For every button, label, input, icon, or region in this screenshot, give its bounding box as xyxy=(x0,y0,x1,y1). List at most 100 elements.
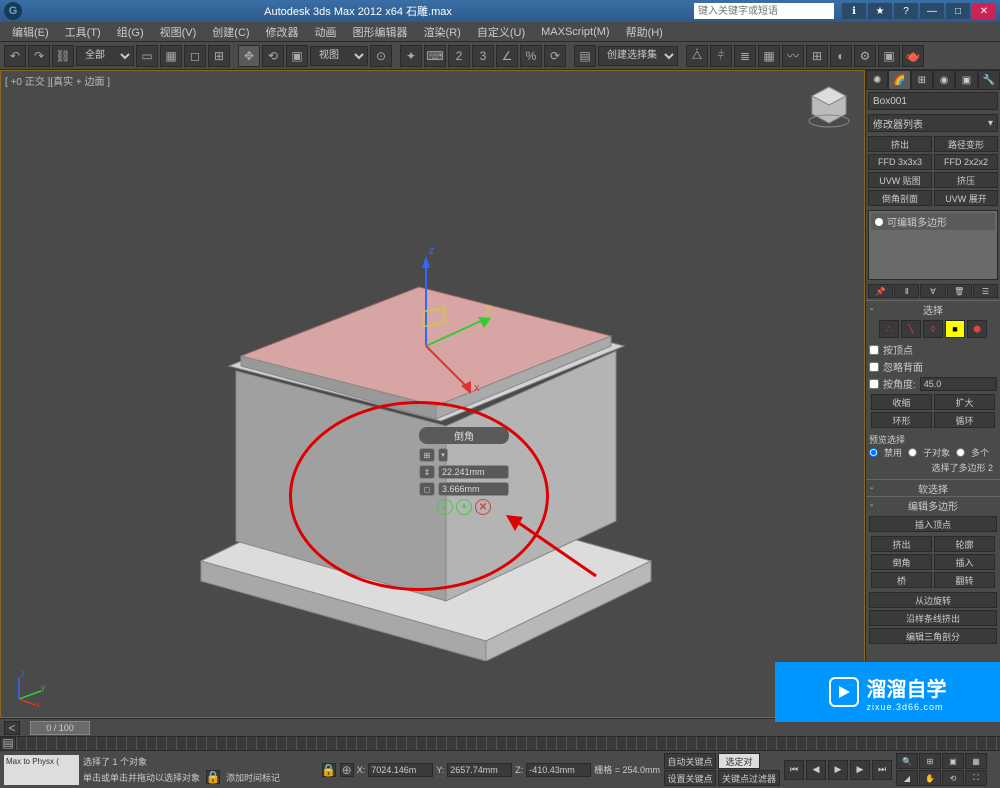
angle-spinner[interactable]: 45.0 xyxy=(920,377,997,391)
select-object-button[interactable]: ▭ xyxy=(136,45,158,67)
subobj-element[interactable]: ⬢ xyxy=(967,320,987,338)
mirror-button[interactable]: ⧊ xyxy=(686,45,708,67)
preview-subobj-radio[interactable] xyxy=(908,448,917,457)
display-tab[interactable]: ▣ xyxy=(955,70,977,90)
zoom-extents-all-button[interactable]: ▦ xyxy=(965,753,987,769)
trackbar-toggle[interactable]: ▤ xyxy=(0,737,16,749)
by-vertex-checkbox[interactable] xyxy=(869,345,879,355)
menu-help[interactable]: 帮助(H) xyxy=(618,24,671,40)
favorite-button[interactable]: ★ xyxy=(868,3,892,19)
align-button[interactable]: ⫩ xyxy=(710,45,732,67)
schematic-button[interactable]: ⊞ xyxy=(806,45,828,67)
scene-object[interactable]: z y x xyxy=(181,191,661,661)
ribbon-button[interactable]: ▦ xyxy=(758,45,780,67)
autokey-button[interactable]: 自动关键点 xyxy=(664,753,716,769)
help-button[interactable]: ? xyxy=(894,3,918,19)
preset-ffd2[interactable]: FFD 2x2x2 xyxy=(934,154,998,170)
menu-create[interactable]: 创建(C) xyxy=(204,24,257,40)
keyfilter-button[interactable]: 关键点过滤器 xyxy=(718,770,780,786)
track-bar[interactable]: ▤ xyxy=(0,736,1000,750)
material-editor-button[interactable]: ◐ xyxy=(830,45,852,67)
loop-button[interactable]: 循环 xyxy=(934,412,995,428)
timeslider-prev[interactable]: < xyxy=(4,721,20,735)
pan-button[interactable]: ✋ xyxy=(919,770,941,786)
menu-views[interactable]: 视图(V) xyxy=(152,24,205,40)
close-button[interactable]: ✕ xyxy=(972,3,996,19)
bevel-outline-input[interactable]: 3.666mm xyxy=(438,482,509,496)
redo-button[interactable]: ↷ xyxy=(28,45,50,67)
maximize-viewport-button[interactable]: ⛶ xyxy=(965,770,987,786)
coord-z-input[interactable]: -410.43mm xyxy=(526,763,591,777)
bridge-button[interactable]: 桥 xyxy=(871,572,932,588)
by-angle-checkbox[interactable] xyxy=(869,379,879,389)
subobj-edge[interactable]: ╲ xyxy=(901,320,921,338)
caddy-apply-button[interactable]: + xyxy=(456,499,472,515)
stack-bulb-icon[interactable] xyxy=(875,218,883,226)
preset-pathdeform[interactable]: 路径变形 xyxy=(934,136,998,152)
pin-stack-button[interactable]: 📌 xyxy=(868,284,893,298)
manipulate-button[interactable]: ✦ xyxy=(400,45,422,67)
subobj-vertex[interactable]: ∴ xyxy=(879,320,899,338)
select-rotate-button[interactable]: ⟲ xyxy=(262,45,284,67)
render-setup-button[interactable]: ⚙ xyxy=(854,45,876,67)
menu-tools[interactable]: 工具(T) xyxy=(57,24,109,40)
info-button[interactable]: ℹ xyxy=(842,3,866,19)
bevel-button[interactable]: 倒角 xyxy=(871,554,932,570)
grow-button[interactable]: 扩大 xyxy=(934,394,995,410)
preset-uvwmap[interactable]: UVW 贴图 xyxy=(868,172,932,188)
goto-start-button[interactable]: ⏮ xyxy=(784,760,804,780)
preview-disable-radio[interactable] xyxy=(869,448,878,457)
add-timetag-label[interactable]: 添加时间标记 xyxy=(226,771,280,784)
object-name-field[interactable]: Box001 xyxy=(868,92,998,110)
timeslider-handle[interactable]: 0 / 100 xyxy=(30,721,90,735)
layers-button[interactable]: ≣ xyxy=(734,45,756,67)
orbit-button[interactable]: ⟲ xyxy=(942,770,964,786)
menu-maxscript[interactable]: MAXScript(M) xyxy=(533,26,617,38)
selection-rollout-header[interactable]: 选择 xyxy=(866,301,1000,317)
prev-frame-button[interactable]: ◀ xyxy=(806,760,826,780)
minimize-button[interactable]: — xyxy=(920,3,944,19)
subobj-polygon[interactable]: ■ xyxy=(945,320,965,338)
pivot-center-button[interactable]: ⊙ xyxy=(370,45,392,67)
stack-editable-poly[interactable]: 可编辑多边形 xyxy=(871,213,995,230)
zoom-button[interactable]: 🔍 xyxy=(896,753,918,769)
render-button[interactable]: 🫖 xyxy=(902,45,924,67)
preset-squeeze[interactable]: 挤压 xyxy=(934,172,998,188)
snap-2d-button[interactable]: 2 xyxy=(448,45,470,67)
maximize-button[interactable]: □ xyxy=(946,3,970,19)
menu-group[interactable]: 组(G) xyxy=(109,24,152,40)
utilities-tab[interactable]: 🔧 xyxy=(978,70,1000,90)
preset-bevelprofile[interactable]: 倒角剖面 xyxy=(868,190,932,206)
menu-rendering[interactable]: 渲染(R) xyxy=(416,24,469,40)
selection-filter-dropdown[interactable]: 全部 xyxy=(76,46,134,66)
viewcube[interactable] xyxy=(804,81,854,131)
lock-selection-icon[interactable]: 🔒 xyxy=(206,770,220,784)
snap-3d-button[interactable]: 3 xyxy=(472,45,494,67)
ring-button[interactable]: 环形 xyxy=(871,412,932,428)
curve-editor-button[interactable]: 〰 xyxy=(782,45,804,67)
keyboard-shortcut-button[interactable]: ⌨ xyxy=(424,45,446,67)
hinge-button[interactable]: 从边旋转 xyxy=(869,592,997,608)
preset-extrude[interactable]: 挤出 xyxy=(868,136,932,152)
coord-y-input[interactable]: 2657.74mm xyxy=(447,763,512,777)
bevel-height-input[interactable]: 22.241mm xyxy=(438,465,509,479)
create-tab[interactable]: ✺ xyxy=(866,70,888,90)
transform-type-in-icon[interactable]: ⊕ xyxy=(340,763,354,777)
unique-button[interactable]: ∀ xyxy=(920,284,945,298)
extrude-button[interactable]: 挤出 xyxy=(871,536,932,552)
insert-vertex-button[interactable]: 插入顶点 xyxy=(869,516,997,532)
selection-lock-icon[interactable]: 🔒 xyxy=(322,763,336,777)
menu-graph-editors[interactable]: 图形编辑器 xyxy=(345,24,416,40)
menu-customize[interactable]: 自定义(U) xyxy=(469,24,533,40)
next-frame-button[interactable]: ▶ xyxy=(850,760,870,780)
render-frame-button[interactable]: ▣ xyxy=(878,45,900,67)
edit-poly-header[interactable]: 编辑多边形 xyxy=(866,497,1000,513)
select-move-button[interactable]: ✥ xyxy=(238,45,260,67)
maxscript-listener[interactable]: Max to Physx ( xyxy=(4,755,79,785)
preview-multi-radio[interactable] xyxy=(956,448,965,457)
subobj-border[interactable]: ◊ xyxy=(923,320,943,338)
modifier-stack[interactable]: 可编辑多边形 xyxy=(868,210,998,280)
show-result-button[interactable]: Ⅱ xyxy=(894,284,919,298)
hierarchy-tab[interactable]: ⊞ xyxy=(911,70,933,90)
menu-animation[interactable]: 动画 xyxy=(307,24,345,40)
